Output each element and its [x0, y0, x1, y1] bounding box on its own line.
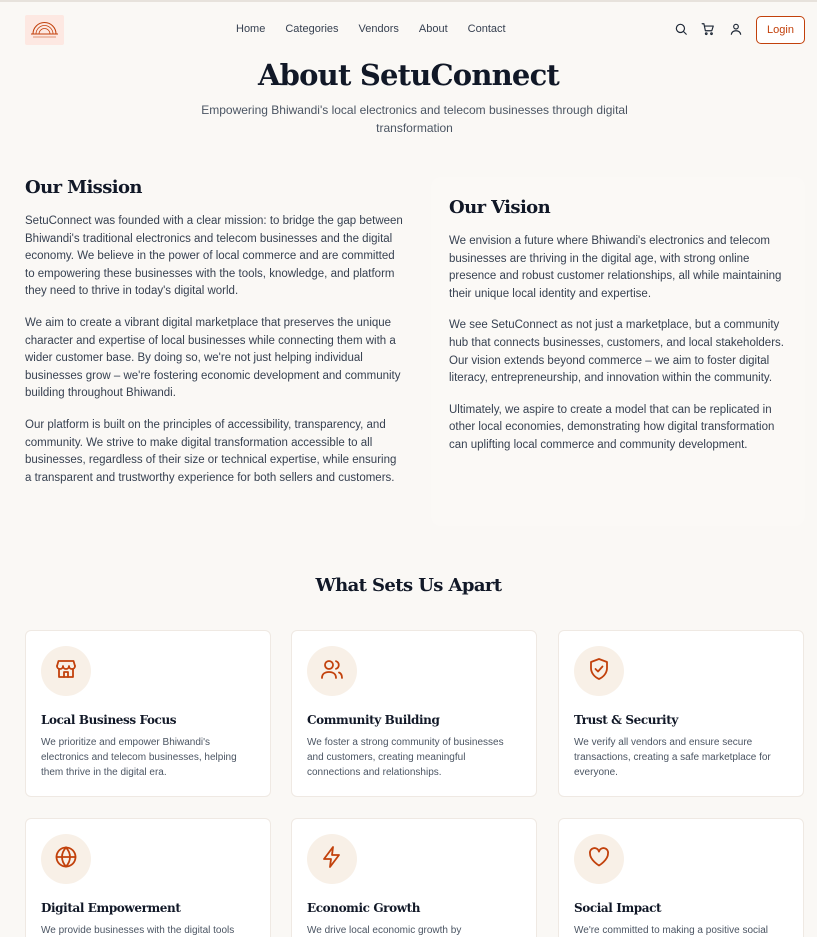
feature-title: Economic Growth: [307, 901, 421, 915]
nav-vendors[interactable]: Vendors: [359, 23, 399, 35]
nav-home[interactable]: Home: [236, 23, 265, 35]
feature-icon-circle: [307, 646, 357, 696]
globe-icon: [54, 845, 78, 874]
feature-description: We foster a strong community of business…: [307, 737, 504, 778]
mission-section: Our Mission SetuConnect was founded with…: [25, 177, 405, 501]
users-icon: [320, 657, 344, 686]
feature-title: Digital Empowerment: [41, 901, 181, 915]
logo[interactable]: [25, 15, 64, 45]
shield-check-icon: [587, 657, 611, 686]
vision-heading: Our Vision: [449, 197, 551, 218]
feature-icon-circle: [307, 834, 357, 884]
feature-card: Social Impact We're committed to making …: [558, 818, 804, 937]
nav-about[interactable]: About: [419, 23, 448, 35]
site-header: Home Categories Vendors About Contact Lo…: [0, 2, 817, 56]
mission-paragraph: We aim to create a vibrant digital marke…: [25, 316, 401, 400]
main-nav: Home Categories Vendors About Contact: [236, 23, 526, 35]
feature-card: Economic Growth We drive local economic …: [291, 818, 537, 937]
heart-icon: [587, 845, 611, 874]
feature-description: We provide businesses with the digital t…: [41, 925, 235, 936]
nav-categories[interactable]: Categories: [285, 23, 338, 35]
page-subtitle: Empowering Bhiwandi's local electronics …: [201, 103, 628, 135]
mission-paragraph: Our platform is built on the principles …: [25, 418, 397, 484]
vision-paragraph: We envision a future where Bhiwandi's el…: [449, 235, 782, 300]
feature-card: Digital Empowerment We provide businesse…: [25, 818, 271, 937]
feature-card: Local Business Focus We prioritize and e…: [25, 630, 271, 797]
feature-icon-circle: [41, 834, 91, 884]
lightning-icon: [320, 845, 344, 874]
feature-description: We prioritize and empower Bhiwandi's ele…: [41, 737, 237, 778]
mission-paragraph: SetuConnect was founded with a clear mis…: [25, 215, 403, 298]
feature-card: Trust & Security We verify all vendors a…: [558, 630, 804, 797]
feature-title: Local Business Focus: [41, 713, 177, 727]
feature-description: We're committed to making a positive soc…: [574, 925, 769, 936]
vision-section: Our Vision We envision a future where Bh…: [431, 177, 805, 526]
search-icon[interactable]: [674, 22, 688, 36]
feature-title: Social Impact: [574, 901, 662, 915]
feature-title: Trust & Security: [574, 713, 678, 727]
feature-icon-circle: [574, 646, 624, 696]
cart-icon[interactable]: [701, 22, 715, 36]
vision-paragraph: Ultimately, we aspire to create a model …: [449, 403, 775, 451]
feature-icon-circle: [574, 834, 624, 884]
login-button[interactable]: Login: [756, 16, 805, 44]
vision-paragraph: We see SetuConnect as not just a marketp…: [449, 319, 784, 385]
feature-description: We verify all vendors and ensure secure …: [574, 737, 771, 778]
mission-heading: Our Mission: [25, 177, 142, 198]
feature-title: Community Building: [307, 713, 440, 727]
feature-description: We drive local economic growth by: [307, 925, 462, 936]
user-icon[interactable]: [729, 22, 743, 36]
features-heading: What Sets Us Apart: [315, 575, 502, 596]
feature-icon-circle: [41, 646, 91, 696]
store-icon: [54, 657, 78, 686]
feature-card: Community Building We foster a strong co…: [291, 630, 537, 797]
nav-contact[interactable]: Contact: [468, 23, 506, 35]
page-title: About SetuConnect: [257, 58, 560, 92]
